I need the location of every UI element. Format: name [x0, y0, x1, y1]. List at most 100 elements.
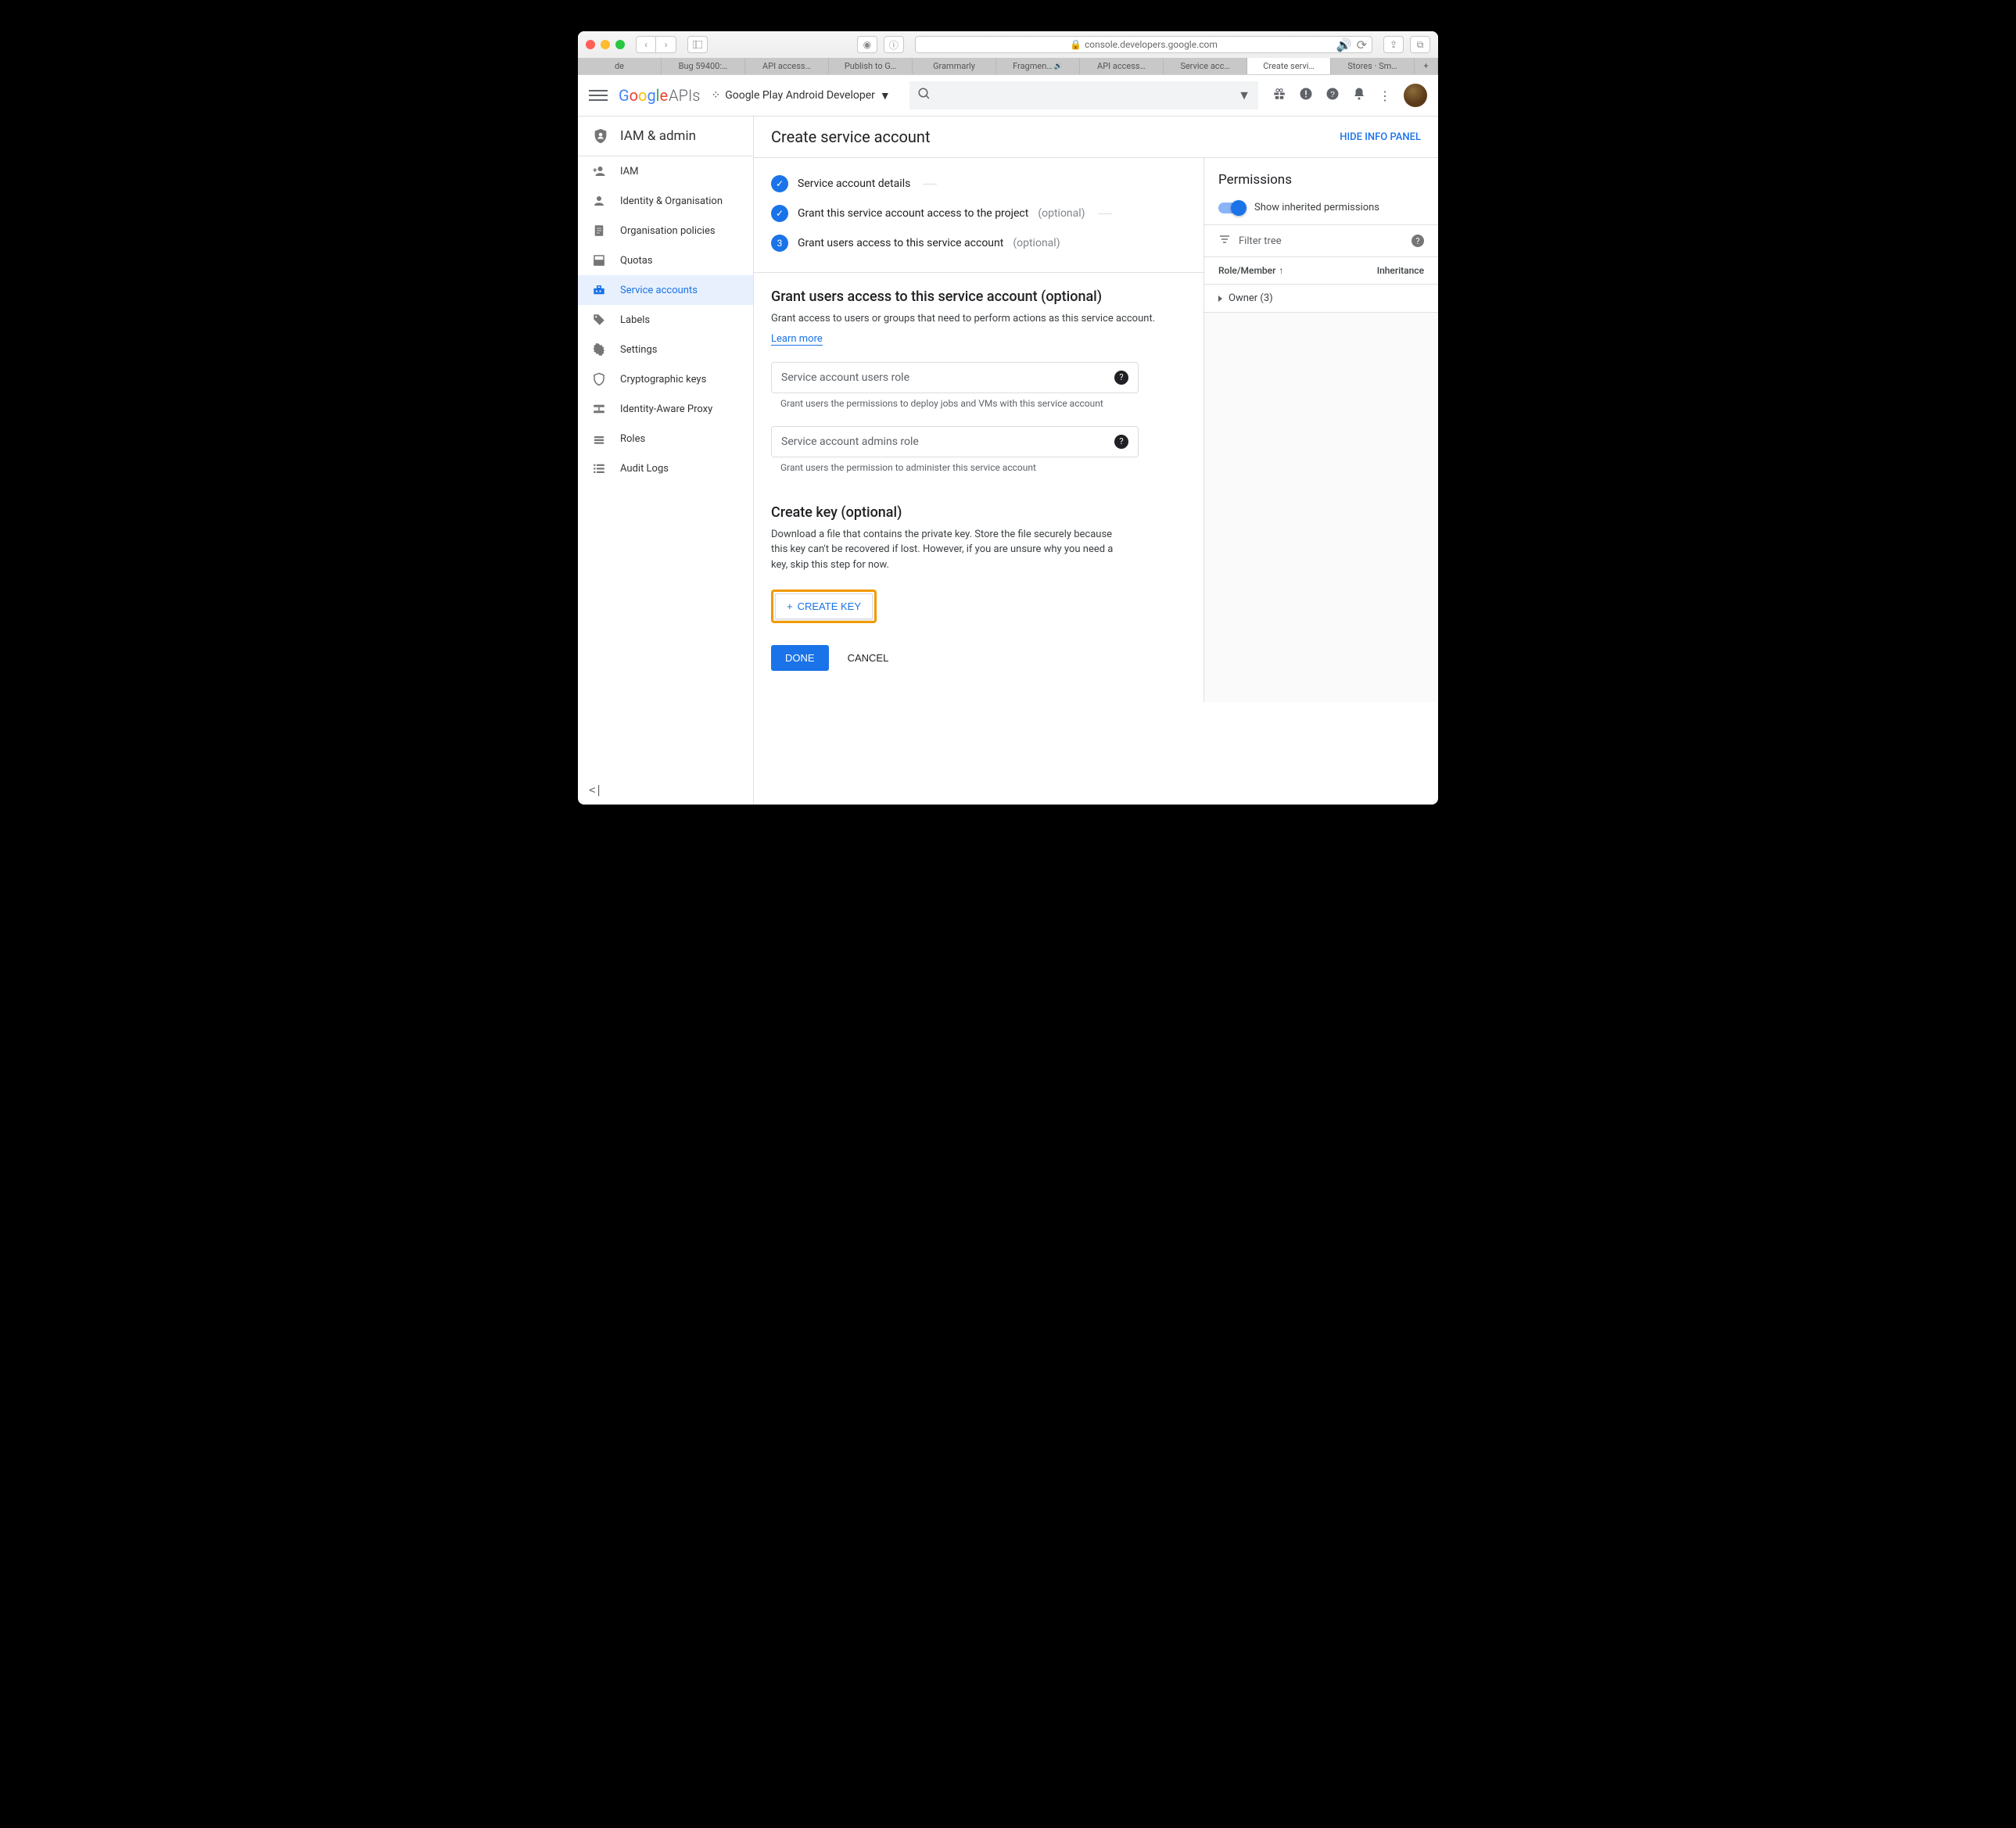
field-hint: Grant users the permissions to deploy jo…	[771, 393, 1186, 409]
browser-tab[interactable]: API access…	[745, 58, 829, 74]
kebab-icon[interactable]: ⋮	[1379, 88, 1391, 103]
chevron-down-icon[interactable]: ▼	[1238, 88, 1250, 103]
sidebar-item-roles[interactable]: Roles	[578, 424, 753, 453]
button-label: CREATE KEY	[798, 600, 861, 612]
browser-tab[interactable]: Bug 59400:…	[662, 58, 745, 74]
service-account-icon	[592, 283, 606, 297]
create-key-section: Create key (optional) Download a file th…	[754, 489, 1204, 624]
plus-icon: +	[787, 600, 793, 612]
search-input[interactable]: ▼	[909, 81, 1258, 109]
help-icon[interactable]: ?	[1325, 87, 1340, 104]
gear-icon	[592, 342, 606, 357]
gift-icon[interactable]	[1272, 87, 1286, 104]
close-window-icon[interactable]	[586, 40, 595, 49]
main-content: Create service account HIDE INFO PANEL ✓…	[754, 116, 1438, 805]
sidebar-item-label: Identity-Aware Proxy	[620, 403, 712, 415]
browser-tab[interactable]: Grammarly	[913, 58, 996, 74]
browser-tabs: de Bug 59400:… API access… Publish to G……	[578, 58, 1438, 74]
arrow-up-icon[interactable]: ↑	[1279, 265, 1283, 276]
url-bar[interactable]: 🔒console.developers.google.com 🔊 ⟳	[915, 36, 1372, 53]
google-apis-logo[interactable]: GoogleAPIs	[619, 86, 700, 105]
browser-tab[interactable]: Publish to G…	[829, 58, 913, 74]
step-number-icon: 3	[771, 235, 788, 252]
column-header[interactable]: Role/Member	[1218, 265, 1275, 276]
help-icon[interactable]: ?	[1412, 235, 1424, 247]
sidebar-item-label: Settings	[620, 344, 657, 356]
minimize-window-icon[interactable]	[601, 40, 610, 49]
filter-tree-input[interactable]: Filter tree ?	[1204, 224, 1438, 257]
sidebar-item-quotas[interactable]: Quotas	[578, 246, 753, 275]
done-button[interactable]: DONE	[771, 645, 829, 671]
learn-more-link[interactable]: Learn more	[771, 333, 823, 346]
share-icon[interactable]: ⇪	[1383, 36, 1404, 53]
audio-icon[interactable]: 🔊	[1336, 38, 1352, 52]
alert-icon[interactable]	[1299, 87, 1313, 104]
collapse-sidebar-button[interactable]: <|	[589, 784, 602, 797]
sidebar-item-identity[interactable]: Identity & Organisation	[578, 186, 753, 216]
hide-info-panel-button[interactable]: HIDE INFO PANEL	[1340, 131, 1421, 143]
create-key-button[interactable]: + CREATE KEY	[775, 593, 873, 619]
browser-tab[interactable]: Service acc…	[1164, 58, 1247, 74]
browser-tab[interactable]: Stores · Sm…	[1331, 58, 1415, 74]
inherited-toggle[interactable]	[1218, 203, 1245, 213]
hamburger-icon[interactable]	[589, 90, 608, 101]
browser-tab[interactable]: Fragmen…🔊	[996, 58, 1080, 74]
shield-icon	[592, 127, 609, 145]
step-completed[interactable]: ✓ Grant this service account access to t…	[771, 199, 1186, 228]
url-text: console.developers.google.com	[1085, 39, 1218, 50]
audio-icon: 🔊	[1054, 63, 1063, 70]
step-completed[interactable]: ✓ Service account details	[771, 169, 1186, 199]
sidebar-item-label: Labels	[620, 314, 650, 326]
sidebar-section-header: IAM & admin	[578, 116, 753, 156]
back-button[interactable]: ‹	[636, 36, 656, 53]
sidebar-item-audit-logs[interactable]: Audit Logs	[578, 453, 753, 483]
sidebar-item-label: Audit Logs	[620, 463, 669, 475]
bell-icon[interactable]	[1352, 87, 1366, 104]
sidebar-item-label: Organisation policies	[620, 225, 716, 237]
section-heading: Create key (optional)	[771, 504, 1186, 521]
input-placeholder: Service account users role	[781, 371, 909, 384]
privacy-icon[interactable]: ⓘ	[884, 36, 904, 53]
project-icon: ⁘	[711, 89, 720, 102]
users-role-field: Service account users role ? Grant users…	[771, 362, 1186, 409]
browser-tab-active[interactable]: Create servi…	[1247, 58, 1331, 74]
sidebar-item-iam[interactable]: IAM	[578, 156, 753, 186]
quota-icon	[592, 253, 606, 267]
optional-label: (optional)	[1013, 237, 1060, 249]
project-selector[interactable]: ⁘ Google Play Android Developer ▼	[711, 89, 890, 102]
check-icon: ✓	[771, 205, 788, 222]
admins-role-field: Service account admins role ? Grant user…	[771, 426, 1186, 473]
step-label: Service account details	[798, 177, 910, 190]
filter-placeholder: Filter tree	[1239, 235, 1282, 247]
new-tab-button[interactable]: +	[1415, 58, 1438, 74]
forward-button[interactable]: ›	[656, 36, 676, 53]
sidebar-item-crypto-keys[interactable]: Cryptographic keys	[578, 364, 753, 394]
browser-tab[interactable]: API access…	[1080, 58, 1164, 74]
column-header[interactable]: Inheritance	[1377, 265, 1424, 276]
sidebar-toggle-icon[interactable]	[687, 36, 708, 53]
table-row[interactable]: Owner (3)	[1204, 285, 1438, 313]
sidebar-item-org-policies[interactable]: Organisation policies	[578, 216, 753, 246]
cancel-button[interactable]: CANCEL	[848, 652, 889, 664]
users-role-input[interactable]: Service account users role ?	[771, 362, 1139, 393]
reload-icon[interactable]: ⟳	[1357, 38, 1367, 52]
divider	[1098, 213, 1112, 214]
admins-role-input[interactable]: Service account admins role ?	[771, 426, 1139, 457]
help-icon[interactable]: ?	[1114, 435, 1128, 449]
browser-tab[interactable]: de	[578, 58, 662, 74]
sidebar-item-label: Roles	[620, 433, 645, 445]
step-current[interactable]: 3 Grant users access to this service acc…	[771, 228, 1186, 258]
maximize-window-icon[interactable]	[615, 40, 625, 49]
help-icon[interactable]: ?	[1114, 371, 1128, 385]
project-name: Google Play Android Developer	[725, 89, 875, 102]
sidebar-item-settings[interactable]: Settings	[578, 335, 753, 364]
sidebar-item-iap[interactable]: Identity-Aware Proxy	[578, 394, 753, 424]
sidebar-item-service-accounts[interactable]: Service accounts	[578, 275, 753, 305]
extension-icon[interactable]: ◉	[857, 36, 877, 53]
chevron-down-icon: ▼	[880, 89, 891, 102]
sidebar-item-labels[interactable]: Labels	[578, 305, 753, 335]
avatar[interactable]	[1404, 84, 1427, 107]
form-actions: DONE CANCEL	[754, 623, 1204, 702]
step-label: Grant this service account access to the…	[798, 207, 1028, 220]
tabs-icon[interactable]: ⧉	[1410, 36, 1430, 53]
